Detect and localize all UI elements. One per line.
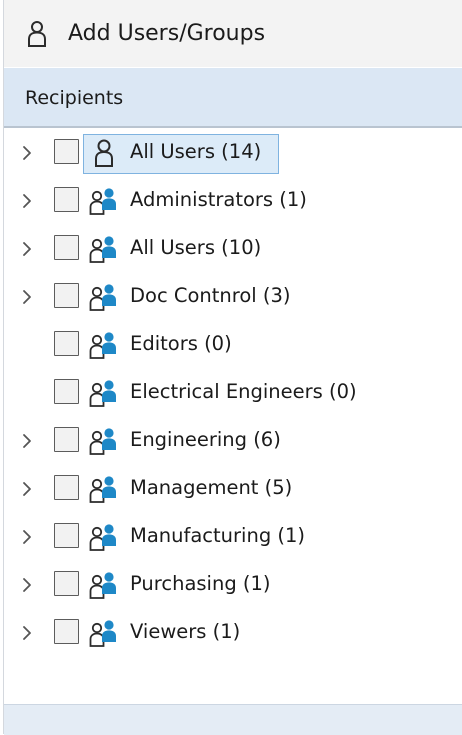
group-icon: [88, 522, 120, 552]
tree-row[interactable]: Doc Contnrol (3): [4, 274, 462, 318]
dialog-footer: [4, 704, 462, 735]
recipients-header-label: Recipients: [25, 87, 124, 109]
tree-row[interactable]: Engineering (6): [4, 418, 462, 462]
row-checkbox[interactable]: [54, 187, 79, 212]
tree-row[interactable]: All Users (10): [4, 226, 462, 270]
tree-row[interactable]: All Users (14): [4, 130, 462, 174]
row-checkbox[interactable]: [54, 139, 79, 164]
add-users-groups-dialog: Add Users/Groups Recipients All Users (1…: [3, 0, 462, 735]
title-bar: Add Users/Groups: [4, 0, 462, 67]
tree-row[interactable]: Purchasing (1): [4, 562, 462, 606]
row-checkbox[interactable]: [54, 283, 79, 308]
dialog-title: Add Users/Groups: [68, 21, 266, 46]
chevron-right-icon[interactable]: [18, 190, 36, 212]
user-icon: [88, 138, 120, 168]
group-icon: [88, 186, 120, 216]
group-icon: [88, 330, 120, 360]
chevron-right-icon[interactable]: [18, 142, 36, 164]
chevron-right-icon[interactable]: [18, 286, 36, 308]
tree-row[interactable]: Electrical Engineers (0): [4, 370, 462, 414]
chevron-right-icon[interactable]: [18, 574, 36, 596]
tree-row[interactable]: Manufacturing (1): [4, 514, 462, 558]
group-icon: [88, 426, 120, 456]
tree-row-label: Doc Contnrol (3): [130, 284, 291, 307]
tree-row-label: Administrators (1): [130, 188, 307, 211]
chevron-right-icon[interactable]: [18, 238, 36, 260]
group-icon: [88, 618, 120, 648]
row-checkbox[interactable]: [54, 571, 79, 596]
chevron-right-icon[interactable]: [18, 526, 36, 548]
tree-row-label: All Users (10): [130, 236, 262, 259]
tree-row[interactable]: Editors (0): [4, 322, 462, 366]
row-checkbox[interactable]: [54, 475, 79, 500]
row-checkbox[interactable]: [54, 523, 79, 548]
chevron-right-icon[interactable]: [18, 622, 36, 644]
tree-row[interactable]: Administrators (1): [4, 178, 462, 222]
row-checkbox[interactable]: [54, 331, 79, 356]
tree-row[interactable]: Management (5): [4, 466, 462, 510]
tree-row-label: Viewers (1): [130, 620, 241, 643]
tree-row[interactable]: Viewers (1): [4, 610, 462, 654]
row-checkbox[interactable]: [54, 235, 79, 260]
tree-row-label: All Users (14): [130, 140, 262, 163]
group-icon: [88, 378, 120, 408]
row-checkbox[interactable]: [54, 427, 79, 452]
tree-row-label: Manufacturing (1): [130, 524, 306, 547]
chevron-right-icon[interactable]: [18, 430, 36, 452]
tree-row-label: Electrical Engineers (0): [130, 380, 357, 403]
group-icon: [88, 282, 120, 312]
chevron-right-icon[interactable]: [18, 478, 36, 500]
group-icon: [88, 570, 120, 600]
group-icon: [88, 474, 120, 504]
row-checkbox[interactable]: [54, 619, 79, 644]
tree-row-label: Management (5): [130, 476, 293, 499]
group-icon: [88, 234, 120, 264]
tree-row-label: Editors (0): [130, 332, 232, 355]
row-checkbox[interactable]: [54, 379, 79, 404]
recipients-column-header[interactable]: Recipients: [4, 68, 462, 128]
user-icon: [28, 21, 46, 47]
tree-row-label: Engineering (6): [130, 428, 281, 451]
tree-row-label: Purchasing (1): [130, 572, 271, 595]
